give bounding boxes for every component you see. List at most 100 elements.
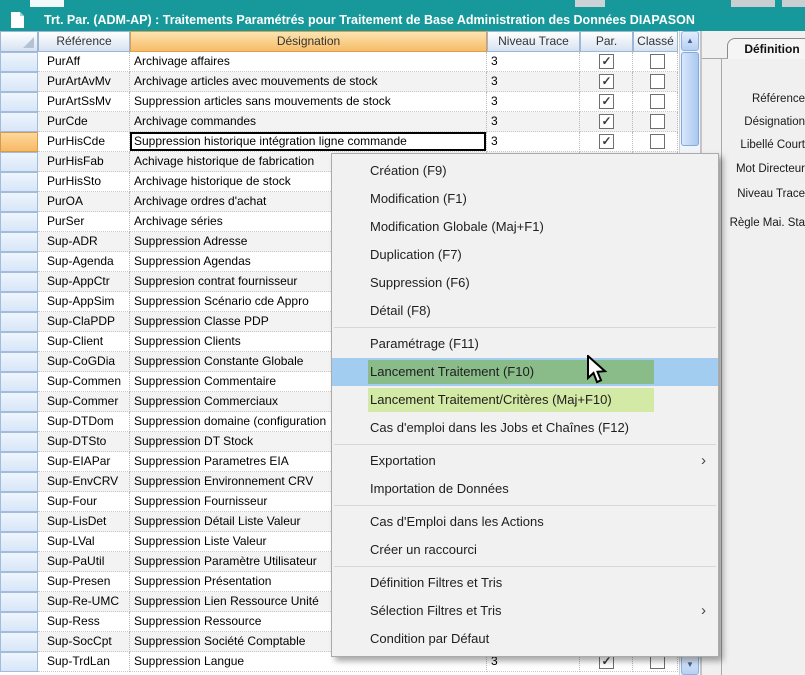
column-header-reference[interactable]: Référence xyxy=(38,31,130,52)
tab-definition[interactable]: Définition xyxy=(727,38,805,59)
menu-item-20[interactable]: Condition par Défaut xyxy=(332,625,718,653)
par-checkbox[interactable]: ✓ xyxy=(599,74,614,89)
reference-cell[interactable]: Sup-EnvCRV xyxy=(38,472,130,492)
row-selector[interactable] xyxy=(0,492,38,512)
reference-cell[interactable]: Sup-Presen xyxy=(38,572,130,592)
reference-cell[interactable]: Sup-ClaPDP xyxy=(38,312,130,332)
niveau-trace-cell[interactable]: 3 xyxy=(487,132,580,152)
menu-item-3[interactable]: Duplication (F7) xyxy=(332,241,718,269)
row-selector[interactable] xyxy=(0,232,38,252)
row-selector[interactable] xyxy=(0,312,38,332)
classe-checkbox[interactable] xyxy=(650,94,665,109)
menu-item-4[interactable]: Suppression (F6) xyxy=(332,269,718,297)
menu-item-1[interactable]: Modification (F1) xyxy=(332,185,718,213)
row-selector[interactable] xyxy=(0,432,38,452)
row-selector[interactable] xyxy=(0,152,38,172)
niveau-trace-cell[interactable]: 3 xyxy=(487,112,580,132)
reference-cell[interactable]: PurArtSsMv xyxy=(38,92,130,112)
reference-cell[interactable]: Sup-LisDet xyxy=(38,512,130,532)
menu-item-5[interactable]: Détail (F8) xyxy=(332,297,718,325)
table-row[interactable]: Archivage articles avec mouvements de st… xyxy=(0,72,678,92)
menu-item-8[interactable]: Lancement Traitement (F10) xyxy=(332,358,718,386)
par-checkbox[interactable]: ✓ xyxy=(599,114,614,129)
reference-cell[interactable]: PurSer xyxy=(38,212,130,232)
reference-cell[interactable]: Sup-DTSto xyxy=(38,432,130,452)
classe-checkbox[interactable] xyxy=(650,134,665,149)
menu-item-10[interactable]: Cas d'emploi dans les Jobs et Chaînes (F… xyxy=(332,414,718,442)
classe-checkbox[interactable] xyxy=(650,74,665,89)
table-row[interactable]: Archivage affairesPurAff3✓ xyxy=(0,52,678,72)
row-selector[interactable] xyxy=(0,632,38,652)
row-selector[interactable] xyxy=(0,52,38,72)
column-header-designation[interactable]: Désignation xyxy=(130,31,487,52)
designation-cell[interactable]: Archivage articles avec mouvements de st… xyxy=(130,72,487,92)
select-all-corner-cell[interactable] xyxy=(0,31,38,52)
reference-cell[interactable]: PurHisSto xyxy=(38,172,130,192)
reference-cell[interactable]: PurHisCde xyxy=(38,132,130,152)
niveau-trace-cell[interactable]: 3 xyxy=(487,52,580,72)
row-selector[interactable] xyxy=(0,172,38,192)
reference-cell[interactable]: Sup-Agenda xyxy=(38,252,130,272)
column-header-niveau-trace[interactable]: Niveau Trace xyxy=(487,31,580,52)
menu-item-15[interactable]: Cas d'Emploi dans les Actions xyxy=(332,508,718,536)
row-selector[interactable] xyxy=(0,92,38,112)
reference-cell[interactable]: Sup-LVal xyxy=(38,532,130,552)
table-row[interactable]: Suppression historique intégration ligne… xyxy=(0,132,678,152)
reference-cell[interactable]: Sup-SocCpt xyxy=(38,632,130,652)
menu-item-7[interactable]: Paramétrage (F11) xyxy=(332,330,718,358)
reference-cell[interactable]: Sup-Commen xyxy=(38,372,130,392)
reference-cell[interactable]: Sup-DTDom xyxy=(38,412,130,432)
designation-cell[interactable]: Suppression articles sans mouvements de … xyxy=(130,92,487,112)
reference-cell[interactable]: Sup-CoGDia xyxy=(38,352,130,372)
row-selector[interactable] xyxy=(0,452,38,472)
table-row[interactable]: Archivage commandesPurCde3✓ xyxy=(0,112,678,132)
reference-cell[interactable]: Sup-Commer xyxy=(38,392,130,412)
menu-item-13[interactable]: Importation de Données xyxy=(332,475,718,503)
menu-item-0[interactable]: Création (F9) xyxy=(332,157,718,185)
row-selector[interactable] xyxy=(0,352,38,372)
reference-cell[interactable]: Sup-Ress xyxy=(38,612,130,632)
reference-cell[interactable]: Sup-AppSim xyxy=(38,292,130,312)
row-selector[interactable] xyxy=(0,532,38,552)
scroll-up-button[interactable]: ▲ xyxy=(681,31,699,51)
reference-cell[interactable]: Sup-Four xyxy=(38,492,130,512)
reference-cell[interactable]: Sup-ADR xyxy=(38,232,130,252)
row-selector[interactable] xyxy=(0,652,38,672)
row-selector[interactable] xyxy=(0,512,38,532)
row-selector[interactable] xyxy=(0,332,38,352)
row-selector[interactable] xyxy=(0,272,38,292)
reference-cell[interactable]: Sup-Re-UMC xyxy=(38,592,130,612)
row-selector[interactable] xyxy=(0,112,38,132)
row-selector[interactable] xyxy=(0,192,38,212)
menu-item-16[interactable]: Créer un raccourci xyxy=(332,536,718,564)
row-selector[interactable] xyxy=(0,592,38,612)
scroll-down-button[interactable]: ▼ xyxy=(681,655,699,675)
title-bar[interactable]: Trt. Par. (ADM-AP) : Traitements Paramét… xyxy=(0,8,805,31)
designation-cell[interactable]: Archivage affaires xyxy=(130,52,487,72)
menu-item-9[interactable]: Lancement Traitement/Critères (Maj+F10) xyxy=(332,386,718,414)
reference-cell[interactable]: Sup-PaUtil xyxy=(38,552,130,572)
row-selector[interactable] xyxy=(0,552,38,572)
reference-cell[interactable]: PurCde xyxy=(38,112,130,132)
row-selector[interactable] xyxy=(0,472,38,492)
reference-cell[interactable]: PurAff xyxy=(38,52,130,72)
row-selector[interactable] xyxy=(0,412,38,432)
reference-cell[interactable]: PurArtAvMv xyxy=(38,72,130,92)
menu-item-12[interactable]: Exportation› xyxy=(332,447,718,475)
menu-item-18[interactable]: Définition Filtres et Tris xyxy=(332,569,718,597)
par-checkbox[interactable]: ✓ xyxy=(599,134,614,149)
menu-item-2[interactable]: Modification Globale (Maj+F1) xyxy=(332,213,718,241)
table-row[interactable]: Suppression articles sans mouvements de … xyxy=(0,92,678,112)
reference-cell[interactable]: Sup-Client xyxy=(38,332,130,352)
column-header-par[interactable]: Par. xyxy=(580,31,633,52)
column-header-classe[interactable]: Classé xyxy=(633,31,678,52)
reference-cell[interactable]: Sup-AppCtr xyxy=(38,272,130,292)
row-selector[interactable] xyxy=(0,372,38,392)
niveau-trace-cell[interactable]: 3 xyxy=(487,92,580,112)
menu-item-19[interactable]: Sélection Filtres et Tris› xyxy=(332,597,718,625)
classe-checkbox[interactable] xyxy=(650,54,665,69)
niveau-trace-cell[interactable]: 3 xyxy=(487,72,580,92)
row-selector[interactable] xyxy=(0,612,38,632)
par-checkbox[interactable]: ✓ xyxy=(599,94,614,109)
row-selector[interactable] xyxy=(0,252,38,272)
